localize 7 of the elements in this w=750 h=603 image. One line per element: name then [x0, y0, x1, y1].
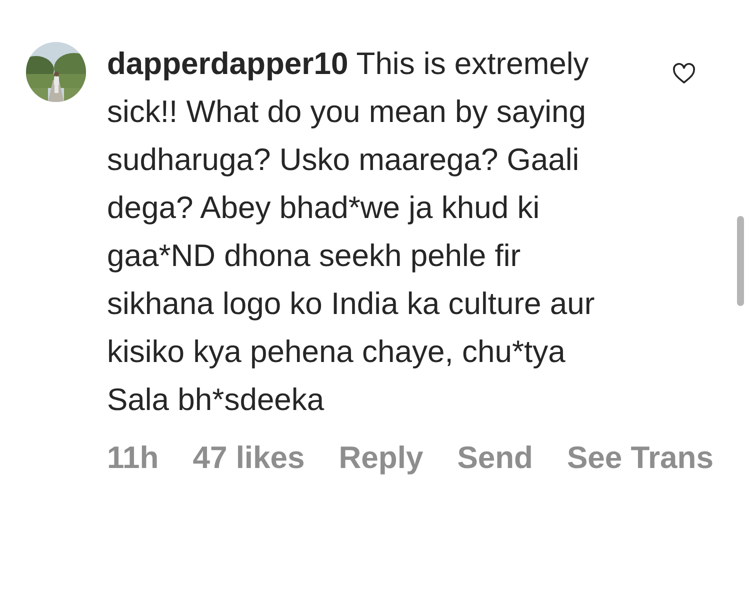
- action-link[interactable]: Reply: [338, 440, 424, 476]
- action-link[interactable]: 47 likes: [192, 440, 305, 476]
- comment-time: 11h: [107, 440, 159, 476]
- heart-icon[interactable]: [672, 62, 696, 86]
- action-link[interactable]: Send: [457, 440, 533, 476]
- action-link[interactable]: See Trans: [566, 440, 714, 476]
- comment-text: dapperdapper10 This is extremely sick!! What do you mean by saying sudharuga? Usko maarega? Gaali dega? Abey bhad*we ja khud ki gaa*ND dhona seekh pehle fir sikhana logo ko India ka culture aur kisiko kya pehena chaye, chu*tya Sala bh*sdeeka: [107, 45, 596, 419]
